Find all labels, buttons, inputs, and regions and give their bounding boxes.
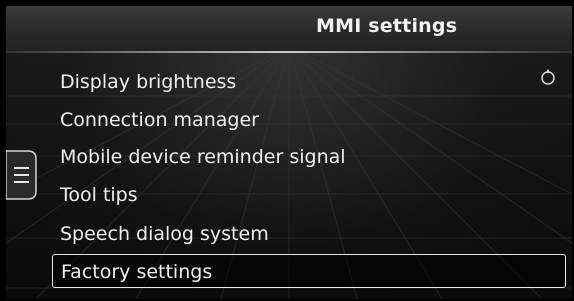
menu-tab-icon[interactable] xyxy=(6,149,42,201)
rotary-knob-icon xyxy=(541,69,555,85)
menu-item-tool-tips[interactable]: Tool tips xyxy=(60,178,138,212)
menu-item-speech-dialog-system[interactable]: Speech dialog system xyxy=(60,217,269,251)
header-bar: MMI settings xyxy=(6,6,572,51)
menu-item-label: Display brightness xyxy=(60,71,237,93)
page-title: MMI settings xyxy=(316,15,458,37)
menu-item-factory-settings[interactable]: Factory settings xyxy=(52,254,566,288)
menu-item-label: Mobile device reminder signal xyxy=(60,146,346,168)
menu-item-connection-manager[interactable]: Connection manager xyxy=(60,103,259,137)
mmi-screen: MMI settings Display brightness Connecti… xyxy=(0,0,574,301)
menu-item-label: Factory settings xyxy=(61,261,213,283)
header-divider xyxy=(6,51,572,53)
menu-item-display-brightness[interactable]: Display brightness xyxy=(60,65,236,99)
menu-item-label: Tool tips xyxy=(60,184,138,206)
menu-item-label: Speech dialog system xyxy=(60,223,269,245)
menu-item-label: Connection manager xyxy=(60,109,259,131)
menu-item-mobile-device-reminder-signal[interactable]: Mobile device reminder signal xyxy=(60,140,346,174)
